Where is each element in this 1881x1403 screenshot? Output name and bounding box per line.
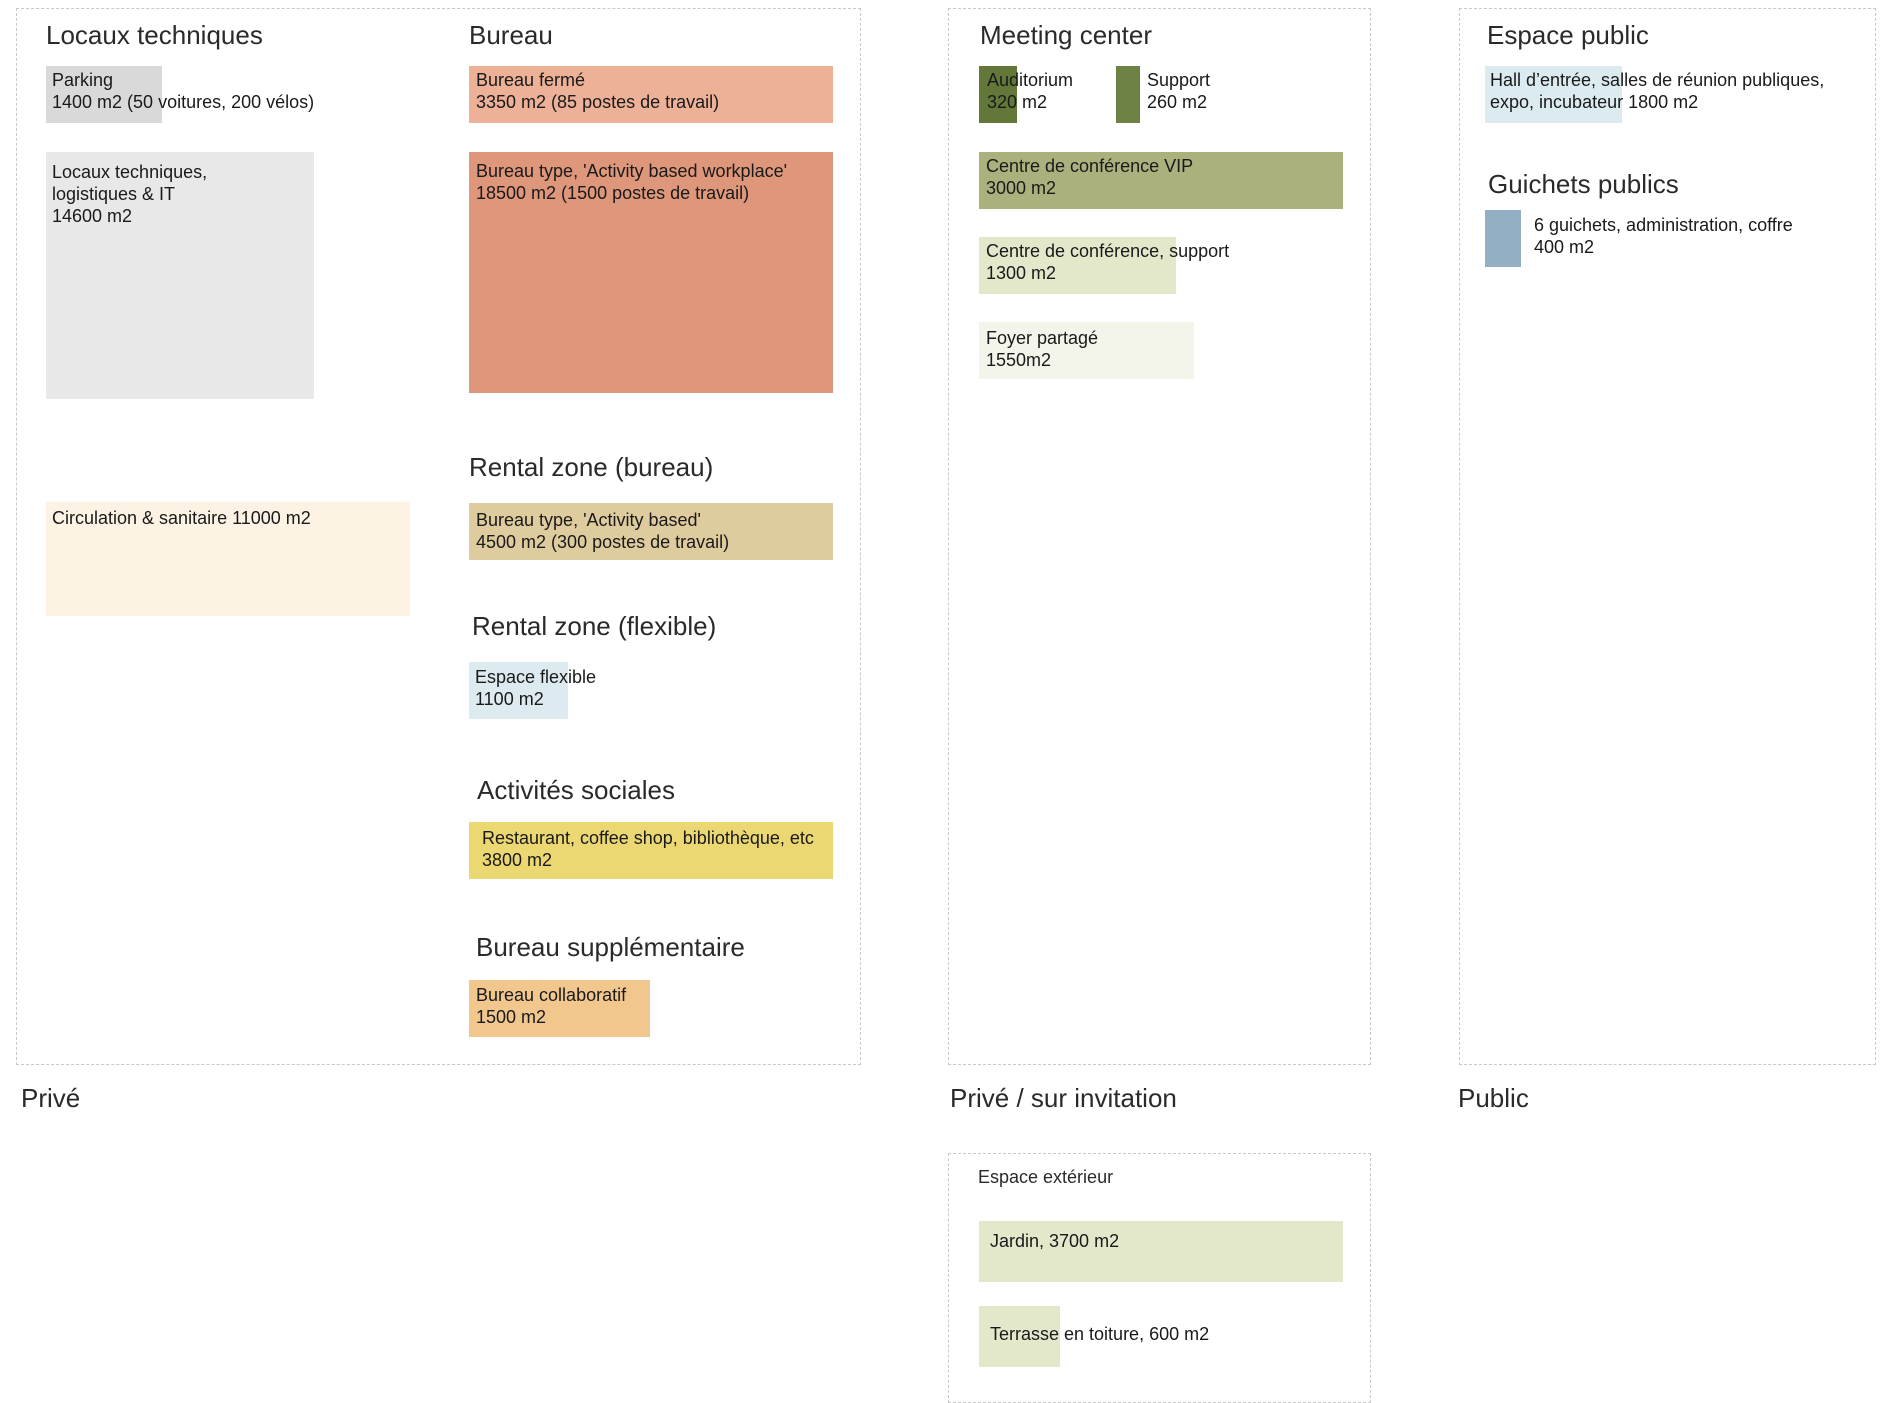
label-bureau-ferme: Bureau fermé 3350 m2 (85 postes de trava… xyxy=(476,69,719,113)
label-bureau-ferme-area: 3350 m2 (85 postes de travail) xyxy=(476,92,720,112)
label-guichets-name: 6 guichets, administration, coffre xyxy=(1534,215,1793,235)
heading-rental-flexible: Rental zone (flexible) xyxy=(472,611,717,641)
heading-locaux-techniques: Locaux techniques xyxy=(46,20,263,50)
label-locaux-it: Locaux techniques, logistiques & IT 1460… xyxy=(52,161,207,227)
label-locaux-it-line2: logistiques & IT xyxy=(52,184,176,204)
label-rental-bureau-type: Bureau type, 'Activity based' 4500 m2 (3… xyxy=(476,509,729,553)
label-foyer-area: 1550m2 xyxy=(986,350,1052,370)
label-bureau-collaboratif-area: 1500 m2 xyxy=(476,1007,547,1027)
label-guichets: 6 guichets, administration, coffre 400 m… xyxy=(1534,214,1793,258)
label-support-name: Support xyxy=(1147,70,1211,90)
heading-activites-sociales: Activités sociales xyxy=(477,775,675,805)
label-espace-flexible-name: Espace flexible xyxy=(475,667,597,687)
label-rental-bureau-type-name: Bureau type, 'Activity based' xyxy=(476,510,701,530)
label-restaurant-area: 3800 m2 xyxy=(482,850,553,870)
heading-rental-bureau: Rental zone (bureau) xyxy=(469,452,714,482)
label-bureau-type-area: 18500 m2 (1500 postes de travail) xyxy=(476,183,750,203)
zone-label-prive: Privé xyxy=(21,1083,81,1113)
label-support: Support 260 m2 xyxy=(1147,69,1210,113)
label-parking-area: 1400 m2 (50 voitures, 200 vélos) xyxy=(52,92,315,112)
label-hall-line1: Hall d’entrée, salles de réunion publiqu… xyxy=(1490,70,1825,90)
label-bureau-collaboratif: Bureau collaboratif 1500 m2 xyxy=(476,984,626,1028)
label-parking: Parking 1400 m2 (50 voitures, 200 vélos) xyxy=(52,69,314,113)
label-terrasse: Terrasse en toiture, 600 m2 xyxy=(990,1324,1210,1344)
label-hall: Hall d’entrée, salles de réunion publiqu… xyxy=(1490,69,1824,113)
label-conference-support-area: 1300 m2 xyxy=(986,263,1057,283)
heading-espace-public: Espace public xyxy=(1487,20,1649,50)
heading-espace-exterieur: Espace extérieur xyxy=(978,1167,1114,1187)
label-auditorium-area: 320 m2 xyxy=(987,92,1048,112)
label-auditorium: Auditorium 320 m2 xyxy=(987,69,1073,113)
label-restaurant: Restaurant, coffee shop, bibliothèque, e… xyxy=(482,827,814,871)
label-jardin: Jardin, 3700 m2 xyxy=(990,1231,1120,1251)
label-restaurant-name: Restaurant, coffee shop, bibliothèque, e… xyxy=(482,828,814,848)
heading-bureau: Bureau xyxy=(469,20,553,50)
label-locaux-it-area: 14600 m2 xyxy=(52,206,133,226)
label-espace-flexible: Espace flexible 1100 m2 xyxy=(475,666,596,710)
label-guichets-area: 400 m2 xyxy=(1534,237,1595,257)
zone-label-invitation: Privé / sur invitation xyxy=(950,1083,1177,1113)
block-support xyxy=(1116,66,1140,123)
label-conference-support: Centre de conférence, support 1300 m2 xyxy=(986,240,1229,284)
frame-public xyxy=(1459,8,1876,1065)
block-guichets xyxy=(1485,210,1521,267)
label-conference-vip-name: Centre de conférence VIP xyxy=(986,156,1194,176)
label-auditorium-name: Auditorium xyxy=(987,70,1074,90)
heading-meeting-center: Meeting center xyxy=(980,20,1152,50)
label-bureau-ferme-name: Bureau fermé xyxy=(476,70,586,90)
label-conference-vip: Centre de conférence VIP 3000 m2 xyxy=(986,155,1193,199)
label-conference-vip-area: 3000 m2 xyxy=(986,178,1057,198)
label-foyer: Foyer partagé 1550m2 xyxy=(986,327,1098,371)
label-bureau-type-name: Bureau type, 'Activity based workplace' xyxy=(476,161,788,181)
label-locaux-it-line1: Locaux techniques, xyxy=(52,162,208,182)
label-bureau-type: Bureau type, 'Activity based workplace' … xyxy=(476,160,787,204)
label-conference-support-name: Centre de conférence, support xyxy=(986,241,1230,261)
label-foyer-name: Foyer partagé xyxy=(986,328,1099,348)
label-hall-line2: expo, incubateur 1800 m2 xyxy=(1490,92,1699,112)
label-bureau-collaboratif-name: Bureau collaboratif xyxy=(476,985,627,1005)
label-support-area: 260 m2 xyxy=(1147,92,1208,112)
heading-bureau-supplementaire: Bureau supplémentaire xyxy=(476,932,745,962)
label-circulation: Circulation & sanitaire 11000 m2 xyxy=(52,508,311,528)
label-parking-name: Parking xyxy=(52,70,114,90)
zone-label-public: Public xyxy=(1458,1083,1529,1113)
label-rental-bureau-type-area: 4500 m2 (300 postes de travail) xyxy=(476,532,730,552)
label-espace-flexible-area: 1100 m2 xyxy=(475,689,544,709)
heading-guichets-publics: Guichets publics xyxy=(1488,169,1679,199)
